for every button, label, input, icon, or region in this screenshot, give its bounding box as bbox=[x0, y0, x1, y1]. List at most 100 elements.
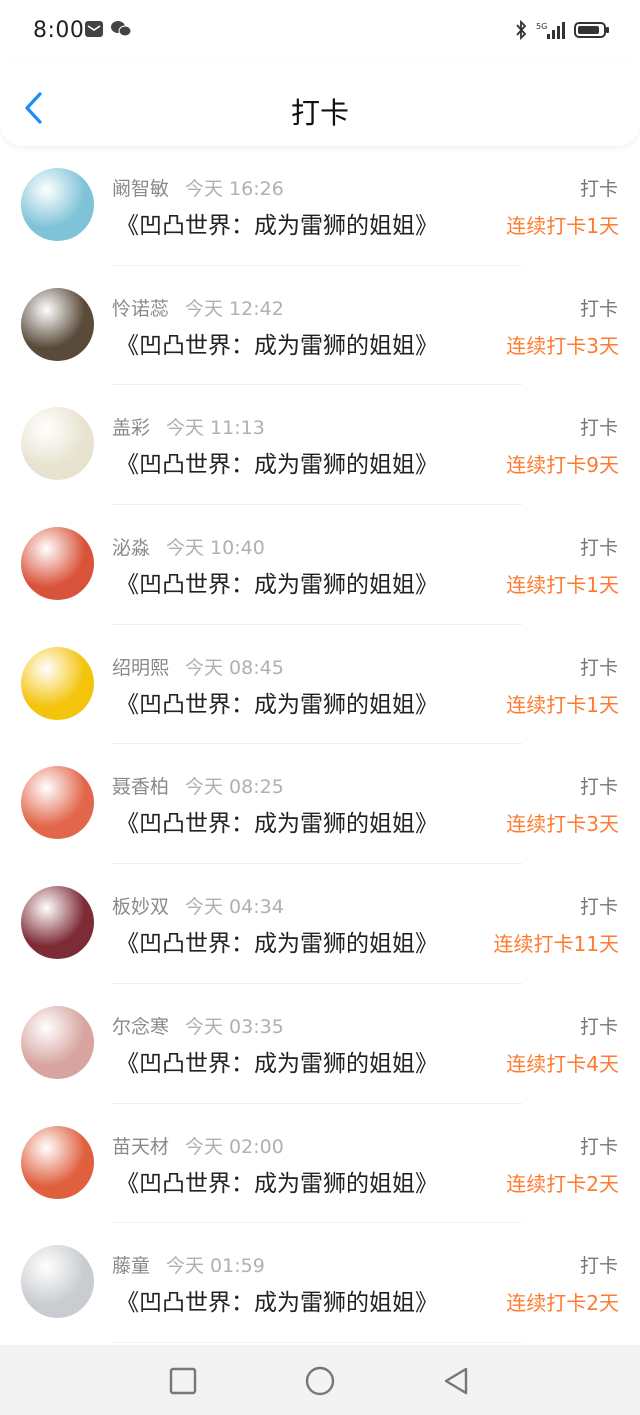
status-bar: 8:00 5G bbox=[0, 0, 640, 64]
header: 打卡 bbox=[0, 64, 640, 146]
checkin-time: 今天 08:45 bbox=[185, 656, 284, 679]
battery-icon bbox=[574, 20, 610, 44]
user-name-line: 怜诺蕊 今天 12:42 bbox=[112, 294, 284, 321]
bluetooth-icon bbox=[514, 19, 528, 44]
user-name[interactable]: 怜诺蕊 bbox=[112, 298, 169, 320]
divider bbox=[112, 1341, 522, 1343]
user-name-line: 阚智敏 今天 16:26 bbox=[112, 174, 284, 201]
user-name-line: 尔念寒 今天 03:35 bbox=[112, 1012, 284, 1039]
checkin-row[interactable]: 阚智敏 今天 16:26 《凹凸世界：成为雷狮的姐姐》 打卡 连续打卡1天 bbox=[0, 146, 640, 266]
checkin-list: 阚智敏 今天 16:26 《凹凸世界：成为雷狮的姐姐》 打卡 连续打卡1天 怜诺蕊… bbox=[0, 146, 640, 1343]
back-nav-button[interactable] bbox=[440, 1365, 472, 1397]
circle-icon bbox=[305, 1366, 335, 1396]
square-icon bbox=[169, 1367, 197, 1395]
checkin-time: 今天 16:26 bbox=[185, 178, 284, 200]
book-title[interactable]: 《凹凸世界：成为雷狮的姐姐》 bbox=[116, 565, 438, 599]
recents-button[interactable] bbox=[167, 1365, 199, 1397]
status-system-icons: 5G bbox=[514, 19, 610, 44]
checkin-tag: 打卡 bbox=[579, 1255, 618, 1278]
streak-label: 连续打卡9天 bbox=[506, 453, 619, 478]
book-title[interactable]: 《凹凸世界：成为雷狮的姐姐》 bbox=[116, 1164, 438, 1198]
checkin-tag: 打卡 bbox=[579, 417, 618, 440]
book-title[interactable]: 《凹凸世界：成为雷狮的姐姐》 bbox=[116, 685, 438, 719]
streak-label: 连续打卡4天 bbox=[506, 1051, 619, 1076]
network-label: 5G bbox=[536, 22, 547, 31]
user-name[interactable]: 盖彩 bbox=[112, 417, 150, 439]
checkin-row[interactable]: 怜诺蕊 今天 12:42 《凹凸世界：成为雷狮的姐姐》 打卡 连续打卡3天 bbox=[0, 266, 640, 386]
system-nav-bar bbox=[0, 1345, 640, 1415]
streak-label: 连续打卡1天 bbox=[506, 214, 619, 238]
message-icon bbox=[84, 20, 104, 42]
checkin-time: 今天 10:40 bbox=[166, 537, 265, 560]
user-name-line: 聂香柏 今天 08:25 bbox=[112, 772, 284, 799]
status-notification-icons bbox=[84, 20, 132, 42]
checkin-tag: 打卡 bbox=[579, 297, 618, 320]
streak-label: 连续打卡1天 bbox=[506, 692, 619, 717]
user-name-line: 苗天材 今天 02:00 bbox=[112, 1132, 284, 1159]
streak-label: 连续打卡2天 bbox=[506, 1171, 619, 1196]
user-name-line: 泌淼 今天 10:40 bbox=[112, 533, 265, 560]
checkin-row[interactable]: 盖彩 今天 11:13 《凹凸世界：成为雷狮的姐姐》 打卡 连续打卡9天 bbox=[0, 385, 640, 506]
page-title: 打卡 bbox=[290, 96, 349, 130]
avatar[interactable] bbox=[21, 766, 94, 840]
user-name-line: 盖彩 今天 11:13 bbox=[112, 413, 265, 440]
book-title[interactable]: 《凹凸世界：成为雷狮的姐姐》 bbox=[116, 445, 438, 479]
checkin-time: 今天 08:25 bbox=[185, 776, 284, 799]
checkin-tag: 打卡 bbox=[579, 1015, 618, 1038]
book-title[interactable]: 《凹凸世界：成为雷狮的姐姐》 bbox=[116, 206, 438, 240]
avatar[interactable] bbox=[21, 168, 94, 241]
avatar[interactable] bbox=[21, 646, 94, 720]
user-name[interactable]: 绍明熙 bbox=[112, 657, 169, 679]
checkin-tag: 打卡 bbox=[579, 1135, 618, 1158]
user-name[interactable]: 苗天材 bbox=[112, 1136, 169, 1158]
user-name[interactable]: 聂香柏 bbox=[112, 776, 169, 798]
checkin-time: 今天 04:34 bbox=[185, 896, 284, 919]
checkin-time: 今天 01:59 bbox=[166, 1255, 265, 1278]
user-name-line: 板妙双 今天 04:34 bbox=[112, 892, 284, 919]
streak-label: 连续打卡3天 bbox=[506, 333, 619, 358]
checkin-time: 今天 11:13 bbox=[166, 417, 265, 440]
signal-icon: 5G bbox=[536, 20, 566, 44]
checkin-tag: 打卡 bbox=[579, 178, 618, 200]
avatar[interactable] bbox=[21, 407, 94, 481]
checkin-row[interactable]: 绍明熙 今天 08:45 《凹凸世界：成为雷狮的姐姐》 打卡 连续打卡1天 bbox=[0, 625, 640, 745]
user-name[interactable]: 板妙双 bbox=[112, 896, 169, 918]
avatar[interactable] bbox=[21, 1005, 94, 1079]
checkin-row[interactable]: 尔念寒 今天 03:35 《凹凸世界：成为雷狮的姐姐》 打卡 连续打卡4天 bbox=[0, 984, 640, 1104]
book-title[interactable]: 《凹凸世界：成为雷狮的姐姐》 bbox=[116, 1044, 438, 1078]
streak-label: 连续打卡1天 bbox=[506, 573, 619, 598]
checkin-row[interactable]: 板妙双 今天 04:34 《凹凸世界：成为雷狮的姐姐》 打卡 连续打卡11天 bbox=[0, 864, 640, 984]
book-title[interactable]: 《凹凸世界：成为雷狮的姐姐》 bbox=[116, 924, 438, 958]
checkin-tag: 打卡 bbox=[579, 537, 618, 560]
user-name-line: 藤童 今天 01:59 bbox=[112, 1251, 265, 1278]
checkin-row[interactable]: 藤童 今天 01:59 《凹凸世界：成为雷狮的姐姐》 打卡 连续打卡2天 bbox=[0, 1223, 640, 1343]
checkin-row[interactable]: 聂香柏 今天 08:25 《凹凸世界：成为雷狮的姐姐》 打卡 连续打卡3天 bbox=[0, 744, 640, 865]
wechat-icon bbox=[110, 20, 132, 42]
streak-label: 连续打卡3天 bbox=[506, 812, 619, 837]
home-button[interactable] bbox=[304, 1365, 336, 1397]
checkin-row[interactable]: 苗天材 今天 02:00 《凹凸世界：成为雷狮的姐姐》 打卡 连续打卡2天 bbox=[0, 1104, 640, 1224]
checkin-tag: 打卡 bbox=[579, 656, 618, 679]
avatar[interactable] bbox=[21, 287, 94, 361]
book-title[interactable]: 《凹凸世界：成为雷狮的姐姐》 bbox=[116, 326, 438, 360]
avatar[interactable] bbox=[21, 527, 94, 601]
user-name[interactable]: 藤童 bbox=[112, 1255, 150, 1277]
user-name[interactable]: 阚智敏 bbox=[112, 178, 169, 200]
checkin-time: 今天 03:35 bbox=[185, 1015, 284, 1038]
streak-label: 连续打卡2天 bbox=[506, 1291, 619, 1316]
checkin-row[interactable]: 泌淼 今天 10:40 《凹凸世界：成为雷狮的姐姐》 打卡 连续打卡1天 bbox=[0, 505, 640, 625]
user-name-line: 绍明熙 今天 08:45 bbox=[112, 653, 284, 680]
status-time: 8:00 bbox=[33, 18, 85, 43]
book-title[interactable]: 《凹凸世界：成为雷狮的姐姐》 bbox=[116, 804, 438, 838]
avatar[interactable] bbox=[21, 886, 94, 960]
user-name[interactable]: 尔念寒 bbox=[112, 1016, 169, 1038]
checkin-tag: 打卡 bbox=[579, 896, 618, 919]
checkin-tag: 打卡 bbox=[579, 776, 618, 799]
user-name[interactable]: 泌淼 bbox=[112, 537, 150, 559]
book-title[interactable]: 《凹凸世界：成为雷狮的姐姐》 bbox=[116, 1283, 438, 1317]
avatar[interactable] bbox=[21, 1125, 94, 1199]
checkin-time: 今天 12:42 bbox=[185, 297, 284, 320]
triangle-back-icon bbox=[444, 1367, 468, 1395]
avatar[interactable] bbox=[21, 1245, 94, 1319]
streak-label: 连续打卡11天 bbox=[493, 932, 619, 957]
